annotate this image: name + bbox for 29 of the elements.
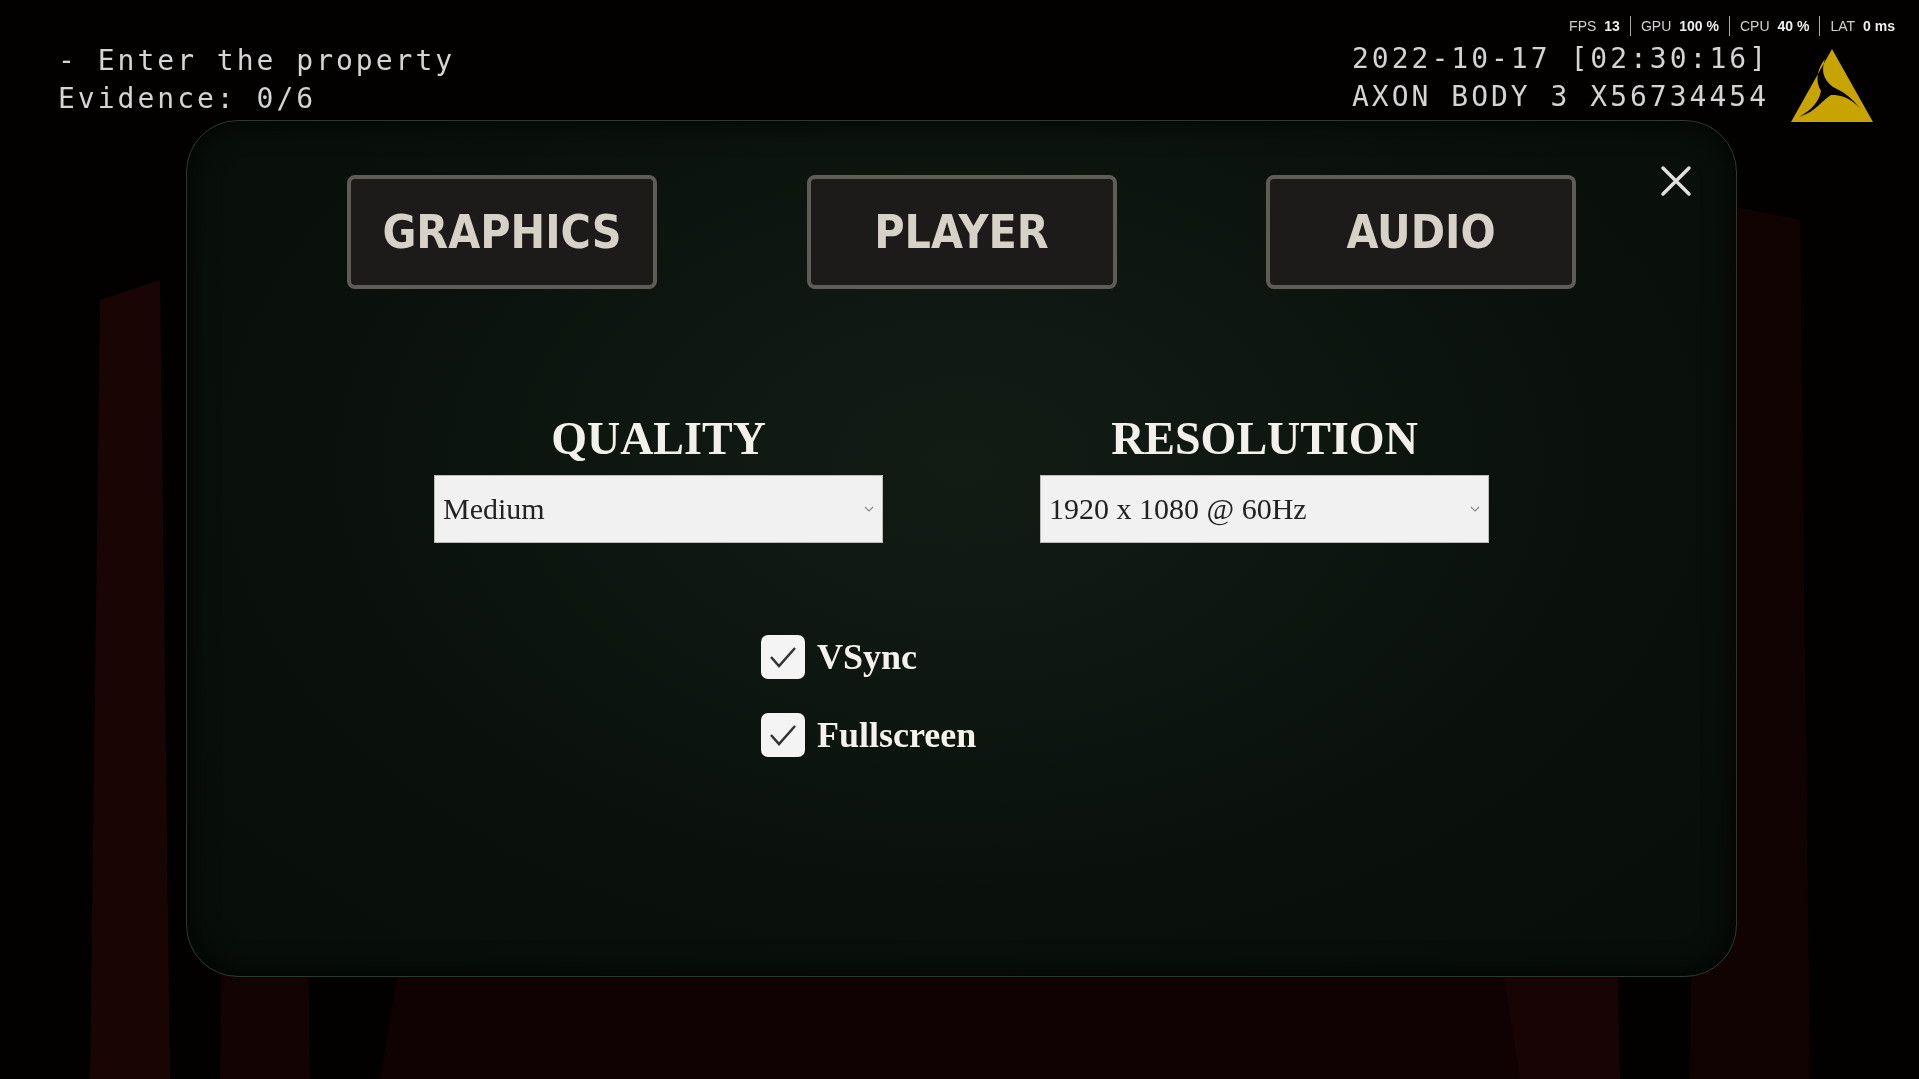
- checkbox[interactable]: [761, 635, 805, 679]
- settings-tab[interactable]: GRAPHICS: [347, 175, 657, 289]
- stat-label: LAT: [1830, 17, 1856, 36]
- chevron-icon: [1470, 505, 1480, 513]
- device-id: AXON BODY 3 X56734454: [1352, 79, 1769, 115]
- dropdown[interactable]: 1920 x 1080 @ 60Hz: [1040, 475, 1489, 543]
- checkbox-label: Fullscreen: [817, 714, 977, 756]
- check-icon: [769, 723, 797, 747]
- check-icon: [769, 645, 797, 669]
- objective-text: - Enter the property: [58, 43, 456, 79]
- timestamp: 2022-10-17 [02:30:16]: [1352, 41, 1769, 77]
- stat-value: 0 ms: [1863, 17, 1895, 36]
- stat-label: GPU: [1640, 17, 1672, 36]
- checkbox-label: VSync: [817, 636, 918, 678]
- section-heading: QUALITY: [551, 412, 766, 466]
- stat-label: CPU: [1739, 17, 1770, 36]
- dropdown[interactable]: Medium: [434, 475, 883, 543]
- logo-icon: [1791, 49, 1873, 122]
- checkbox[interactable]: [761, 713, 805, 757]
- settings-tab[interactable]: PLAYER: [806, 175, 1117, 289]
- evidence-counter: Evidence: 0/6: [58, 81, 318, 117]
- section-heading: RESOLUTION: [1111, 412, 1418, 466]
- stat-value: 100 %: [1679, 17, 1719, 36]
- chevron-icon: [864, 505, 874, 513]
- close-icon[interactable]: [1660, 165, 1692, 197]
- stat-value: 40 %: [1777, 17, 1810, 36]
- settings-tab[interactable]: AUDIO: [1266, 175, 1576, 289]
- stat-value: 13: [1604, 17, 1620, 36]
- stat-label: FPS: [1569, 17, 1597, 36]
